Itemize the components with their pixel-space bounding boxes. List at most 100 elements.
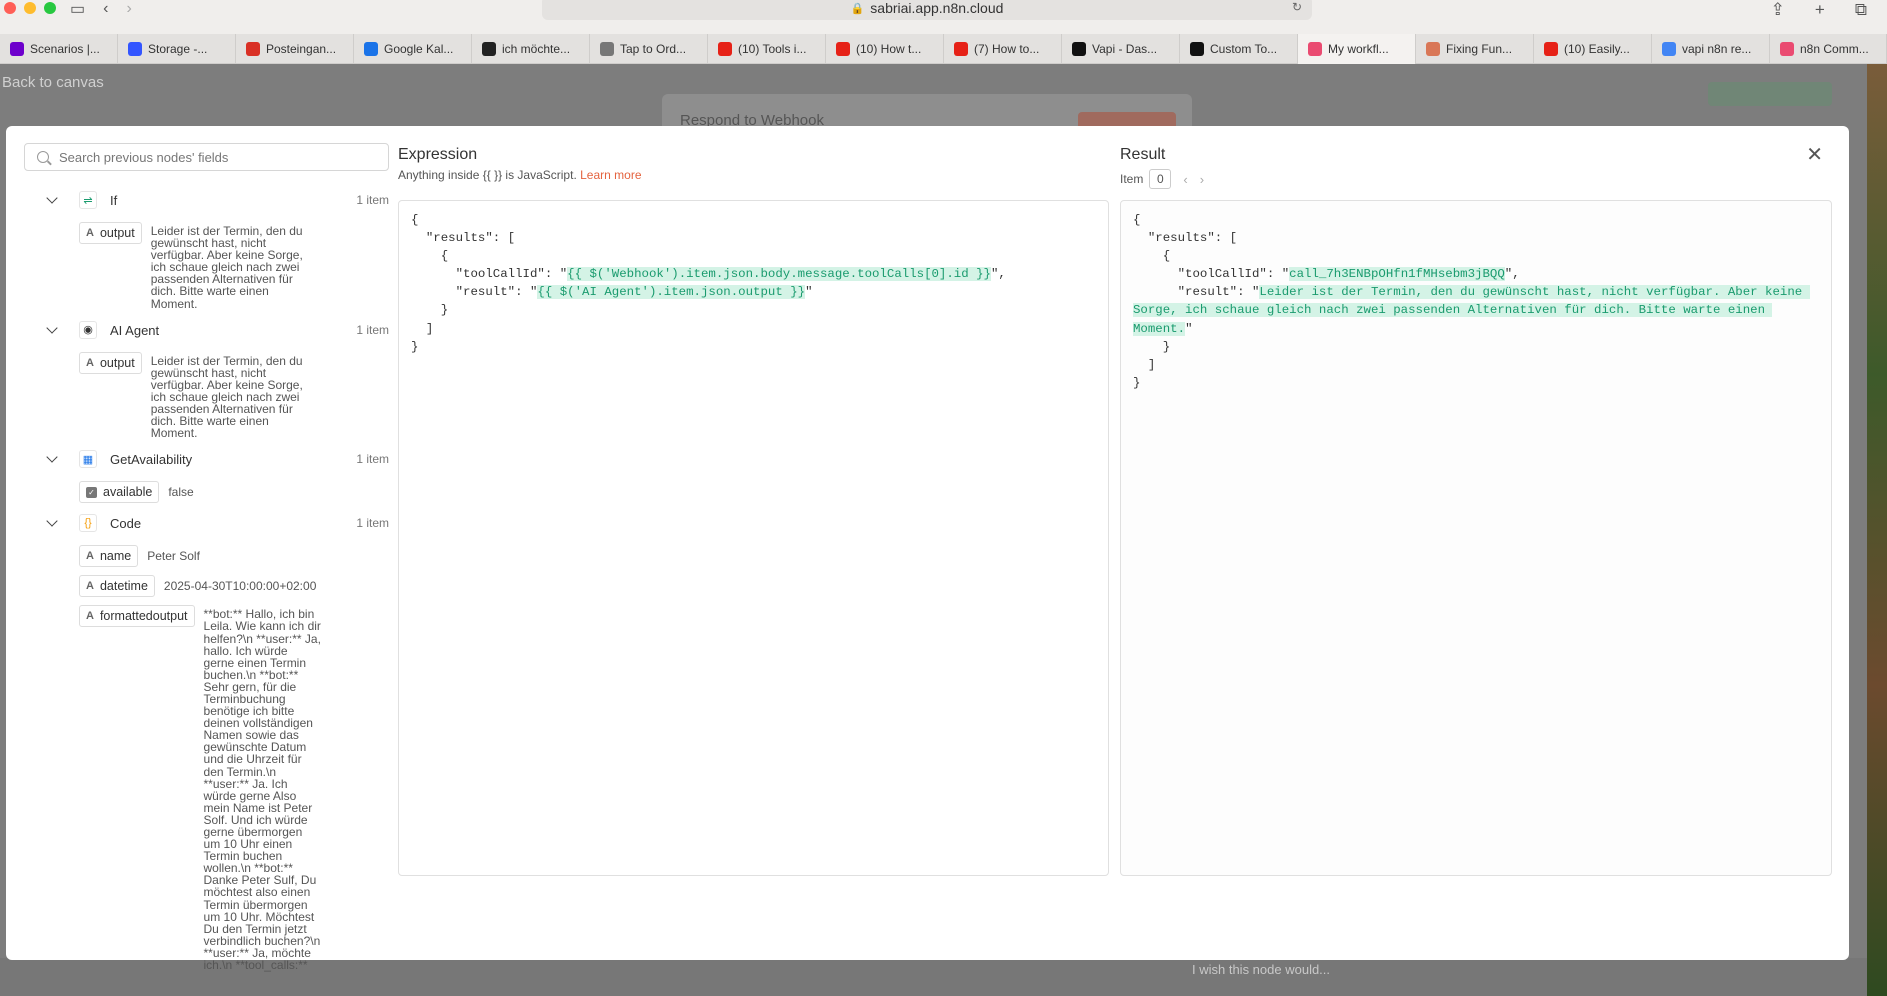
node-header[interactable]: ◉ AI Agent 1 item (24, 318, 389, 344)
browser-tab[interactable]: Vapi - Das... (1062, 34, 1180, 64)
result-result-end: " (1185, 321, 1193, 336)
code-key: "result": " (411, 285, 538, 300)
browser-tab[interactable]: Posteingan... (236, 34, 354, 64)
chevron-down-icon[interactable] (46, 192, 58, 204)
browser-tab[interactable]: ich möchte... (472, 34, 590, 64)
search-input[interactable] (59, 149, 359, 165)
field-key-pill[interactable]: Aoutput (79, 222, 142, 244)
if-node-icon: ⇌ (79, 191, 97, 209)
browser-tab[interactable]: (10) Tools i... (708, 34, 826, 64)
code-line: "results": [ (411, 231, 516, 246)
code-end: ", (991, 267, 1006, 282)
code-key: "toolCallId": " (411, 267, 568, 282)
field-key: available (103, 485, 153, 500)
node-field[interactable]: Aoutput Leider ist der Termin, den du gew… (79, 222, 389, 310)
expression-code-editor[interactable]: { "results": [ { "toolCallId": "{{ $('We… (398, 200, 1109, 876)
browser-tab[interactable]: Fixing Fun... (1416, 34, 1534, 64)
maximize-window-button[interactable] (44, 2, 56, 14)
close-icon[interactable]: ✕ (1806, 142, 1823, 167)
calendar-node-icon: ▦ (79, 450, 97, 469)
browser-tab[interactable]: vapi n8n re... (1652, 34, 1770, 64)
code-end: " (805, 285, 813, 300)
field-value: 2025-04-30T10:00:00+02:00 (163, 579, 317, 594)
browser-tab[interactable]: (10) Easily... (1534, 34, 1652, 64)
chevron-down-icon[interactable] (46, 515, 58, 527)
code-expression: {{ $('AI Agent').item.json.output }} (537, 285, 806, 300)
tab-bar: Scenarios |... Storage -... Posteingan... G… (0, 34, 1887, 64)
field-key: output (99, 355, 135, 370)
n8n-icon (1780, 42, 1794, 56)
boolean-type-icon: ✓ (86, 486, 97, 498)
field-key-pill[interactable]: Aformattedoutput (79, 605, 195, 628)
tab-label: Storage -... (148, 42, 208, 56)
tab-label: Fixing Fun... (1446, 42, 1513, 56)
node-field[interactable]: Aname Peter Solf (79, 545, 389, 568)
node-field[interactable]: Aformattedoutput **bot:** Hallo, ich bin … (79, 605, 389, 971)
node-field[interactable]: Adatetime 2025-04-30T10:00:00+02:00 (79, 575, 389, 598)
field-key-pill[interactable]: Aoutput (79, 351, 142, 374)
back-arrow-icon[interactable]: ‹ (103, 0, 108, 18)
tab-label: Posteingan... (266, 42, 337, 56)
share-icon[interactable]: ⇪ (1771, 0, 1785, 20)
code-line: { (411, 249, 449, 264)
browser-tab[interactable]: Tap to Ord... (590, 34, 708, 64)
node-name: If (110, 193, 118, 208)
node-field[interactable]: ✓ available false (79, 481, 389, 504)
code-line: ] (411, 321, 434, 336)
reload-icon[interactable]: ↻ (1292, 0, 1302, 14)
learn-more-link[interactable]: Learn more (580, 168, 641, 182)
browser-tab[interactable]: Custom To... (1180, 34, 1298, 64)
storage-icon (128, 42, 142, 56)
chevron-down-icon[interactable] (46, 321, 58, 334)
new-tab-icon[interactable]: + (1815, 0, 1825, 20)
node-field[interactable]: Aoutput Leider ist der Termin, den du gew… (79, 351, 389, 440)
code-braces-icon: {} (79, 514, 97, 533)
address-bar[interactable]: 🔒 sabriai.app.n8n.cloud ↻ (542, 0, 1312, 20)
browser-tab[interactable]: My workfl... (1298, 34, 1416, 64)
browser-tab[interactable]: Scenarios |... (0, 34, 118, 64)
close-window-button[interactable] (4, 2, 16, 14)
tab-label: Scenarios |... (30, 42, 100, 56)
input-node-list: ⇌ If 1 item Aoutput Leider ist der Termin, d… (24, 188, 389, 979)
google-icon (1662, 42, 1676, 56)
node-header[interactable]: ▦ GetAvailability 1 item (24, 447, 389, 473)
chevron-down-icon[interactable] (46, 451, 58, 463)
sidebar-toggle-icon[interactable]: ▭ (70, 0, 85, 19)
tab-label: (10) Easily... (1564, 42, 1630, 56)
field-key-pill[interactable]: ✓ available (79, 481, 160, 504)
tab-label: Google Kal... (384, 42, 454, 56)
result-result-key: "result": " (1133, 285, 1260, 300)
node-header[interactable]: ⇌ If 1 item (24, 188, 389, 214)
result-panel: { "results": [ { "toolCallId": "call_7h3… (1120, 200, 1832, 876)
browser-tab[interactable]: (10) How t... (826, 34, 944, 64)
field-key-pill[interactable]: Adatetime (79, 575, 155, 598)
claude-icon (1426, 42, 1440, 56)
node-header[interactable]: {} Code 1 item (24, 511, 389, 537)
browser-tab[interactable]: (7) How to... (944, 34, 1062, 64)
item-index-input[interactable]: 0 (1149, 169, 1172, 189)
forward-arrow-icon[interactable]: › (126, 0, 131, 18)
next-item-icon[interactable]: › (1200, 172, 1204, 187)
browser-tab[interactable]: Google Kal... (354, 34, 472, 64)
browser-tab[interactable]: n8n Comm... (1770, 34, 1887, 64)
youtube-icon (836, 42, 850, 56)
node-name: GetAvailability (110, 452, 193, 468)
calendar-icon (364, 42, 378, 56)
back-to-canvas-link[interactable]: Back to canvas (2, 74, 104, 91)
string-type-icon: A (86, 227, 94, 239)
minimize-window-button[interactable] (24, 2, 36, 14)
browser-tab[interactable]: Storage -... (118, 34, 236, 64)
result-toolcall-line: "toolCallId": "call_7h3ENBpOHfn1fMHsebm3… (1133, 265, 1819, 283)
result-result-line: "result": "Leider ist der Termin, den du… (1133, 283, 1819, 337)
code-line: { (411, 213, 419, 227)
feedback-prompt: I wish this node would... (1192, 962, 1331, 977)
make-icon (10, 42, 24, 56)
youtube-icon (718, 42, 732, 56)
node-item-count: 1 item (356, 193, 389, 207)
tab-overview-icon[interactable]: ⧉ (1855, 0, 1867, 20)
prev-item-icon[interactable]: ‹ (1183, 172, 1187, 187)
field-key-pill[interactable]: Aname (79, 545, 139, 568)
field-key: name (99, 549, 132, 564)
field-key: datetime (99, 579, 148, 594)
search-field[interactable] (24, 143, 389, 171)
